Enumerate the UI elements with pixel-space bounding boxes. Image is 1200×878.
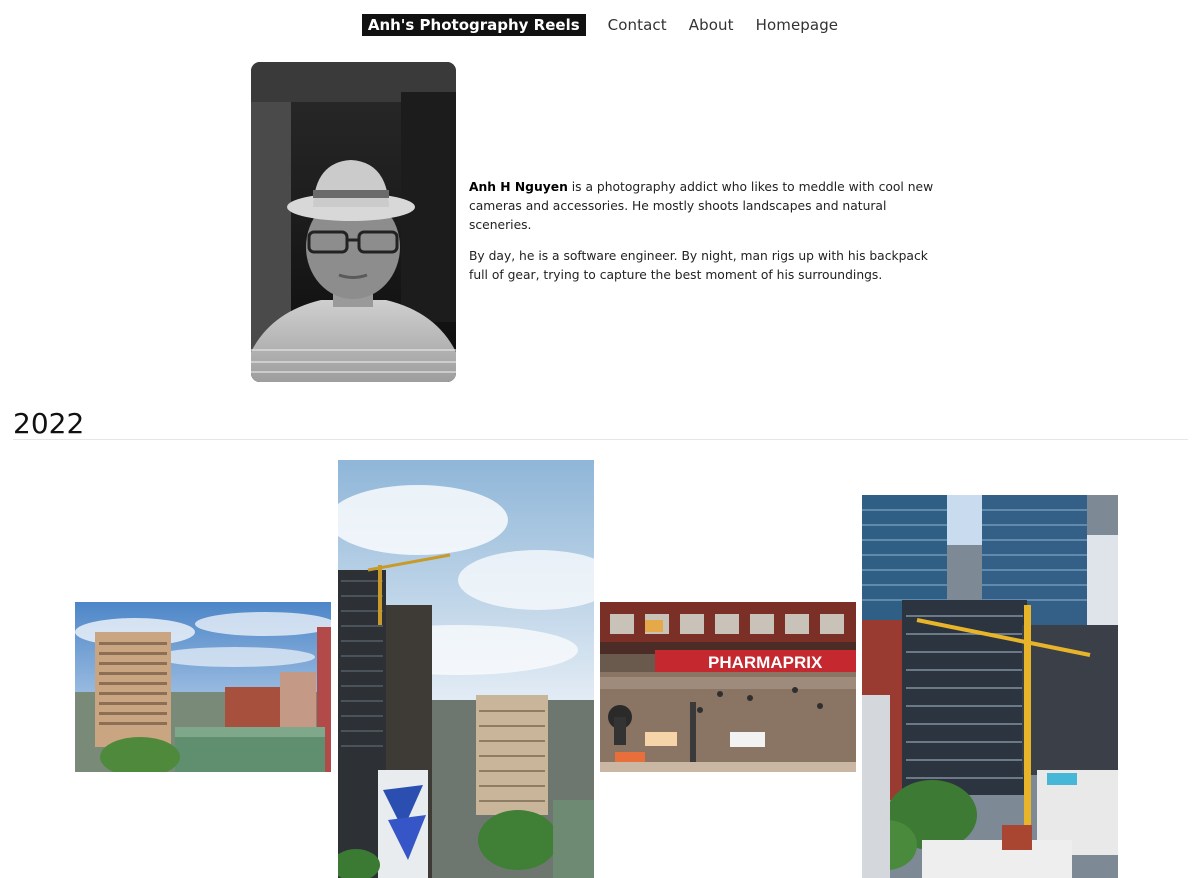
- top-navigation: Anh's Photography Reels Contact About Ho…: [0, 12, 1200, 38]
- year-heading: 2022: [13, 407, 85, 440]
- section-divider: [13, 439, 1188, 440]
- author-bio: Anh H Nguyen is a photography addict who…: [469, 178, 949, 297]
- gallery-photo-pharmaprix-street[interactable]: PHARMAPRIX: [600, 602, 856, 772]
- author-name: Anh H Nguyen: [469, 180, 568, 194]
- pharmaprix-sign: PHARMAPRIX: [708, 653, 823, 672]
- bio-paragraph-2: By day, he is a software engineer. By ni…: [469, 249, 928, 282]
- gallery-photo-city-skyline[interactable]: [75, 602, 331, 772]
- nav-link-contact[interactable]: Contact: [608, 16, 667, 34]
- brand-logo-link[interactable]: Anh's Photography Reels: [361, 14, 586, 36]
- bio-paragraph-1: Anh H Nguyen is a photography addict who…: [469, 178, 949, 235]
- gallery-photo-construction-tower[interactable]: [338, 460, 594, 878]
- nav-link-homepage[interactable]: Homepage: [756, 16, 839, 34]
- nav-link-about[interactable]: About: [689, 16, 734, 34]
- gallery-photo-glass-towers-crane[interactable]: [862, 495, 1118, 878]
- author-portrait-photo: [251, 62, 456, 382]
